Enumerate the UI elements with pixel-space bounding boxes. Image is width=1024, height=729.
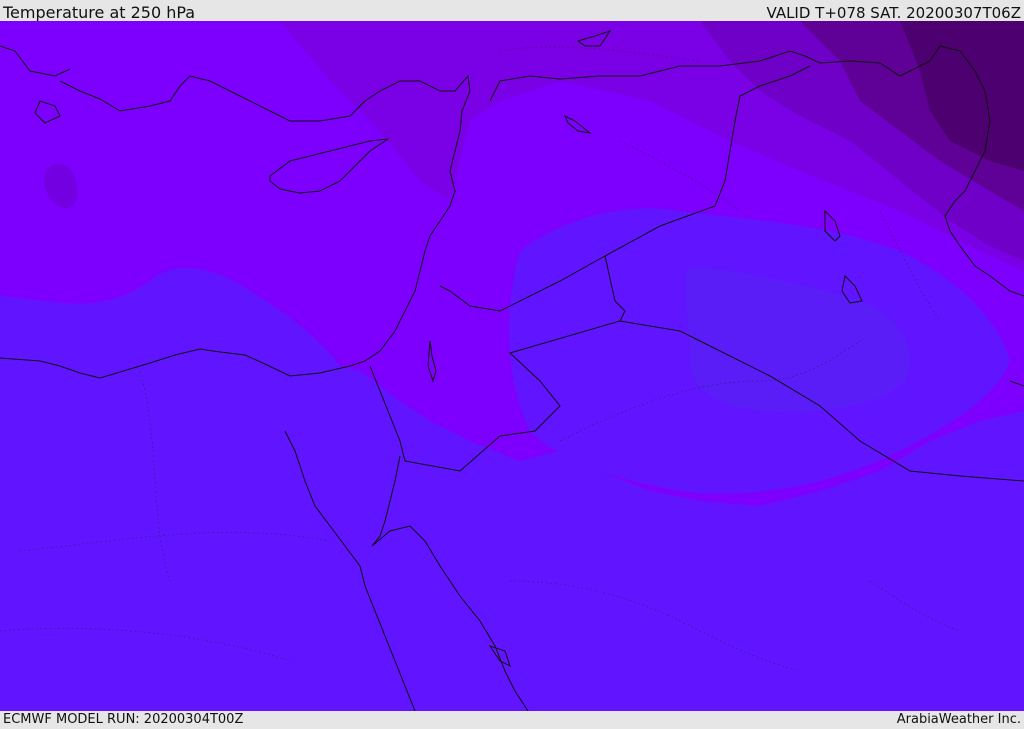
temperature-field bbox=[0, 21, 1024, 711]
brand-label: ArabiaWeather Inc. bbox=[896, 712, 1021, 727]
map-title: Temperature at 250 hPa bbox=[3, 3, 196, 22]
footer-bar: ECMWF MODEL RUN: 20200304T00Z ArabiaWeat… bbox=[0, 711, 1024, 729]
header-bar: Temperature at 250 hPa VALID T+078 SAT. … bbox=[0, 0, 1024, 22]
weather-map[interactable] bbox=[0, 21, 1024, 711]
valid-time: VALID T+078 SAT. 20200307T06Z bbox=[766, 4, 1021, 22]
model-run-label: ECMWF MODEL RUN: 20200304T00Z bbox=[3, 712, 244, 727]
